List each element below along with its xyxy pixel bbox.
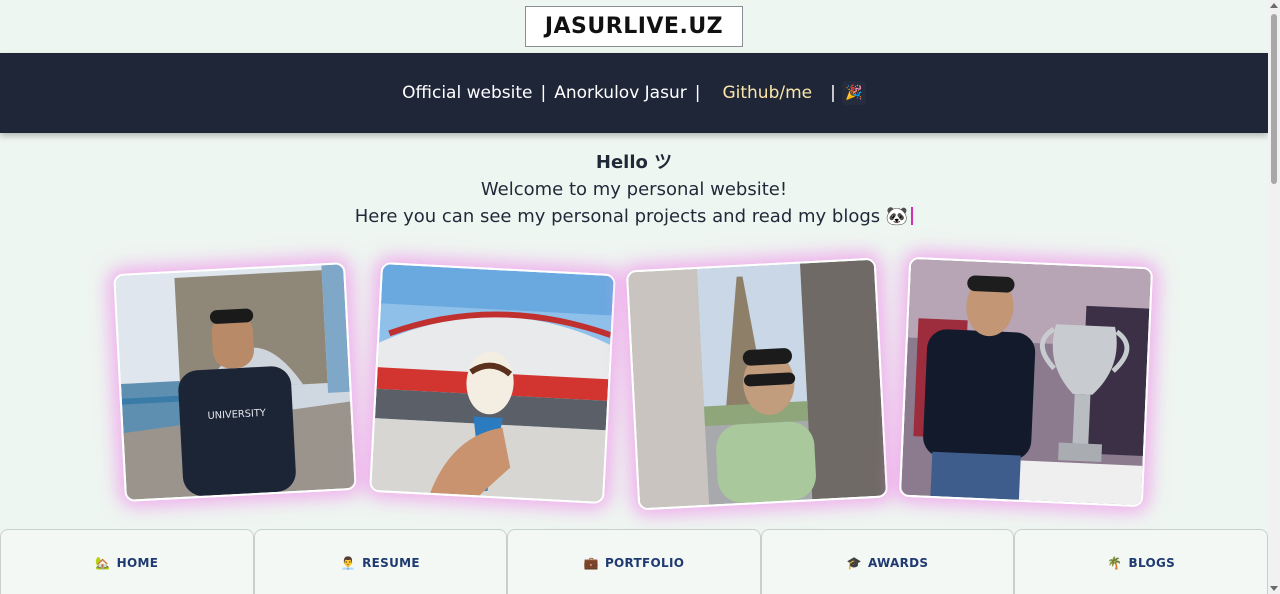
nav-awards-tab[interactable]: 🎓 AWARDS — [760, 529, 1015, 594]
trophy-photo — [898, 256, 1154, 508]
banner-content: Official website | Anorkulov Jasur | Git… — [402, 81, 866, 105]
site-logo-text: JASURLIVE.UZ — [544, 14, 724, 39]
official-website-text: Official website — [402, 83, 533, 103]
scroll-down-icon[interactable] — [1270, 586, 1278, 591]
party-popper-icon: 🎉 — [841, 81, 866, 105]
welcome-text: Welcome to my personal website! — [480, 179, 788, 200]
separator: | — [694, 83, 701, 103]
hello-heading: Hello ツ — [595, 152, 673, 173]
nav-portfolio-label: PORTFOLIO — [604, 555, 685, 570]
nav-home-label: HOME — [116, 555, 159, 570]
nav-home-tab[interactable]: 🏡 HOME — [0, 529, 254, 594]
scroll-up-icon[interactable] — [1270, 3, 1278, 8]
site-logo[interactable]: JASURLIVE.UZ — [525, 6, 743, 47]
nav-blogs-label: BLOGS — [1128, 555, 1176, 570]
nav-resume-label: RESUME — [362, 555, 420, 570]
office-worker-icon: 👨‍💼 — [340, 555, 357, 570]
scrollbar-thumb[interactable] — [1271, 14, 1277, 184]
briefcase-icon: 💼 — [583, 555, 599, 570]
typing-caret — [911, 207, 914, 225]
nav-portfolio-tab[interactable]: 💼 PORTFOLIO — [507, 529, 761, 594]
graduation-cap-icon: 🎓 — [846, 555, 862, 570]
nav-blogs-tab[interactable]: 🌴 BLOGS — [1014, 529, 1268, 594]
main-nav: 🏡 HOME 👨‍💼 RESUME 💼 PORTFOLIO 🎓 AWARDS 🌴… — [0, 529, 1268, 594]
intro-section: Hello ツ Welcome to my personal website! … — [0, 150, 1268, 230]
stadium-ice-cream-photo — [369, 262, 616, 504]
nav-awards-label: AWARDS — [868, 555, 929, 570]
author-name: Anorkulov Jasur — [554, 83, 687, 103]
house-icon: 🏡 — [95, 555, 111, 570]
top-banner: Official website | Anorkulov Jasur | Git… — [0, 53, 1268, 133]
separator: | — [540, 83, 547, 103]
projects-text: Here you can see my personal projects an… — [354, 206, 909, 227]
eiffel-tower-selfie-photo — [625, 257, 889, 511]
nav-resume-tab[interactable]: 👨‍💼 RESUME — [253, 529, 508, 594]
projects-text-line: Here you can see my personal projects an… — [0, 203, 1268, 230]
palm-tree-icon: 🌴 — [1107, 555, 1123, 570]
tower-bridge-photo: UNIVERSITY — [113, 262, 357, 502]
separator: | — [830, 83, 836, 103]
github-link[interactable]: Github/me — [722, 83, 812, 103]
page-scrollbar[interactable] — [1268, 0, 1280, 594]
